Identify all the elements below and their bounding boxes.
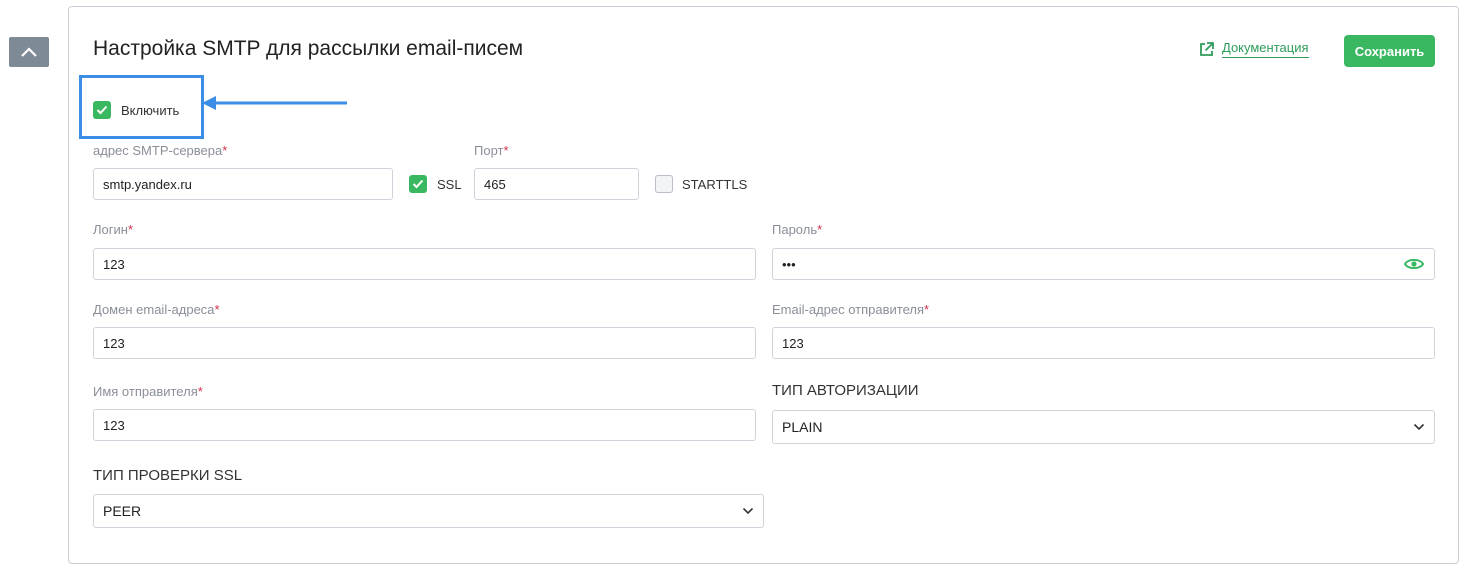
- page-title: Настройка SMTP для рассылки email-писем: [93, 37, 524, 60]
- check-icon: [96, 105, 108, 115]
- save-button[interactable]: Сохранить: [1344, 35, 1435, 67]
- annotation-arrow: [202, 96, 347, 110]
- password-input[interactable]: [772, 248, 1435, 280]
- sender-email-input[interactable]: [772, 327, 1435, 359]
- ssl-verify-label: ТИП ПРОВЕРКИ SSL: [93, 467, 243, 484]
- sender-name-input[interactable]: [93, 409, 756, 441]
- collapse-button[interactable]: [9, 37, 49, 67]
- chevron-down-icon: [1413, 423, 1425, 431]
- smtp-server-input[interactable]: [93, 168, 393, 200]
- sender-name-label: Имя отправителя*: [93, 384, 203, 399]
- external-link-icon: [1200, 41, 1214, 56]
- password-label: Пароль*: [772, 222, 823, 237]
- sender-email-label: Email-адрес отправителя*: [772, 302, 930, 317]
- domain-input[interactable]: [93, 327, 756, 359]
- login-label: Логин*: [93, 222, 134, 237]
- port-label: Порт*: [474, 143, 509, 158]
- port-input[interactable]: [474, 168, 639, 200]
- check-icon: [412, 179, 424, 189]
- ssl-verify-value: PEER: [103, 503, 142, 519]
- smtp-server-label: адрес SMTP-сервера*: [93, 143, 228, 158]
- ssl-checkbox[interactable]: [409, 175, 427, 193]
- auth-type-value: PLAIN: [782, 419, 823, 435]
- domain-label: Домен email-адреса*: [93, 302, 220, 317]
- ssl-label: SSL: [437, 177, 462, 192]
- chevron-down-icon: [742, 507, 754, 515]
- ssl-verify-select[interactable]: PEER: [93, 494, 764, 528]
- show-password-eye-icon[interactable]: [1404, 256, 1424, 272]
- documentation-link[interactable]: Документация: [1198, 40, 1309, 58]
- auth-type-select[interactable]: PLAIN: [772, 410, 1435, 444]
- starttls-label: STARTTLS: [682, 177, 748, 192]
- smtp-settings-panel: [68, 6, 1459, 564]
- starttls-checkbox[interactable]: [655, 175, 673, 193]
- documentation-link-label: Документация: [1222, 40, 1309, 58]
- auth-type-label: ТИП АВТОРИЗАЦИИ: [772, 382, 919, 399]
- login-input[interactable]: [93, 248, 756, 280]
- chevron-up-icon: [21, 47, 37, 57]
- enable-checkbox[interactable]: [93, 101, 111, 119]
- enable-label: Включить: [121, 103, 180, 118]
